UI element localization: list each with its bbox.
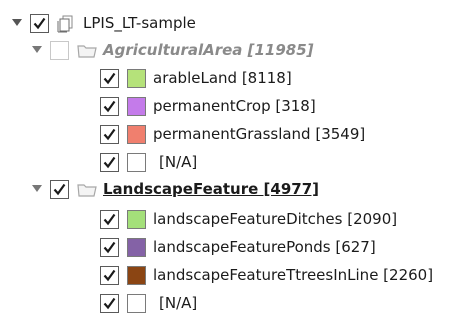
selection-highlight — [94, 287, 469, 313]
layer-tree: LPIS_LT-sample AgriculturalArea [11985] … — [0, 0, 469, 313]
tree-item-row[interactable]: permanentGrassland [3549] — [100, 121, 365, 147]
item-label: landscapeFeatureDitches [2090] — [153, 210, 398, 228]
color-swatch[interactable] — [127, 152, 146, 172]
root-label: LPIS_LT-sample — [83, 14, 196, 32]
item-checkbox[interactable] — [100, 96, 119, 116]
color-swatch[interactable] — [127, 124, 146, 144]
item-label: landscapeFeatureTtreesInLine [2260] — [153, 266, 434, 284]
item-label: permanentCrop [318] — [153, 97, 316, 115]
tree-item-row[interactable]: landscapeFeatureDitches [2090] — [100, 206, 397, 232]
tree-item-row[interactable]: landscapeFeaturePonds [627] — [100, 234, 376, 260]
root-checkbox[interactable] — [30, 13, 49, 33]
group-label: AgriculturalArea [11985] — [103, 41, 314, 59]
group-checkbox[interactable] — [50, 40, 69, 60]
tree-root-row[interactable]: LPIS_LT-sample — [10, 10, 196, 36]
folder-group-icon — [77, 181, 97, 197]
item-checkbox[interactable] — [100, 265, 119, 285]
item-checkbox[interactable] — [100, 237, 119, 257]
group-label: LandscapeFeature [4977] — [103, 180, 319, 198]
expand-triangle-icon[interactable] — [10, 16, 24, 30]
color-swatch[interactable] — [127, 265, 146, 285]
item-checkbox[interactable] — [100, 293, 119, 313]
tree-group-row[interactable]: AgriculturalArea [11985] — [30, 37, 314, 63]
tree-item-row[interactable]: [N/A] — [100, 149, 197, 175]
item-label: [N/A] — [159, 153, 198, 171]
color-swatch[interactable] — [127, 293, 146, 313]
item-label: permanentGrassland [3549] — [153, 125, 366, 143]
expand-triangle-icon[interactable] — [30, 43, 44, 57]
color-swatch[interactable] — [127, 209, 146, 229]
item-checkbox[interactable] — [100, 68, 119, 88]
item-checkbox[interactable] — [100, 124, 119, 144]
group-checkbox[interactable] — [50, 179, 69, 199]
tree-item-row-selected[interactable]: [N/A] — [94, 287, 469, 313]
item-checkbox[interactable] — [100, 209, 119, 229]
color-swatch[interactable] — [127, 68, 146, 88]
layer-stack-icon — [57, 15, 77, 33]
color-swatch[interactable] — [127, 237, 146, 257]
tree-item-row[interactable]: permanentCrop [318] — [100, 93, 316, 119]
item-label: [N/A] — [159, 294, 198, 312]
tree-item-row[interactable]: landscapeFeatureTtreesInLine [2260] — [100, 262, 433, 288]
color-swatch[interactable] — [127, 96, 146, 116]
tree-group-row[interactable]: LandscapeFeature [4977] — [30, 176, 319, 202]
item-label: landscapeFeaturePonds [627] — [153, 238, 376, 256]
item-label: arableLand [8118] — [153, 69, 292, 87]
item-checkbox[interactable] — [100, 152, 119, 172]
tree-item-row[interactable]: arableLand [8118] — [100, 65, 292, 91]
folder-group-icon — [77, 42, 97, 58]
expand-triangle-icon[interactable] — [30, 182, 44, 196]
